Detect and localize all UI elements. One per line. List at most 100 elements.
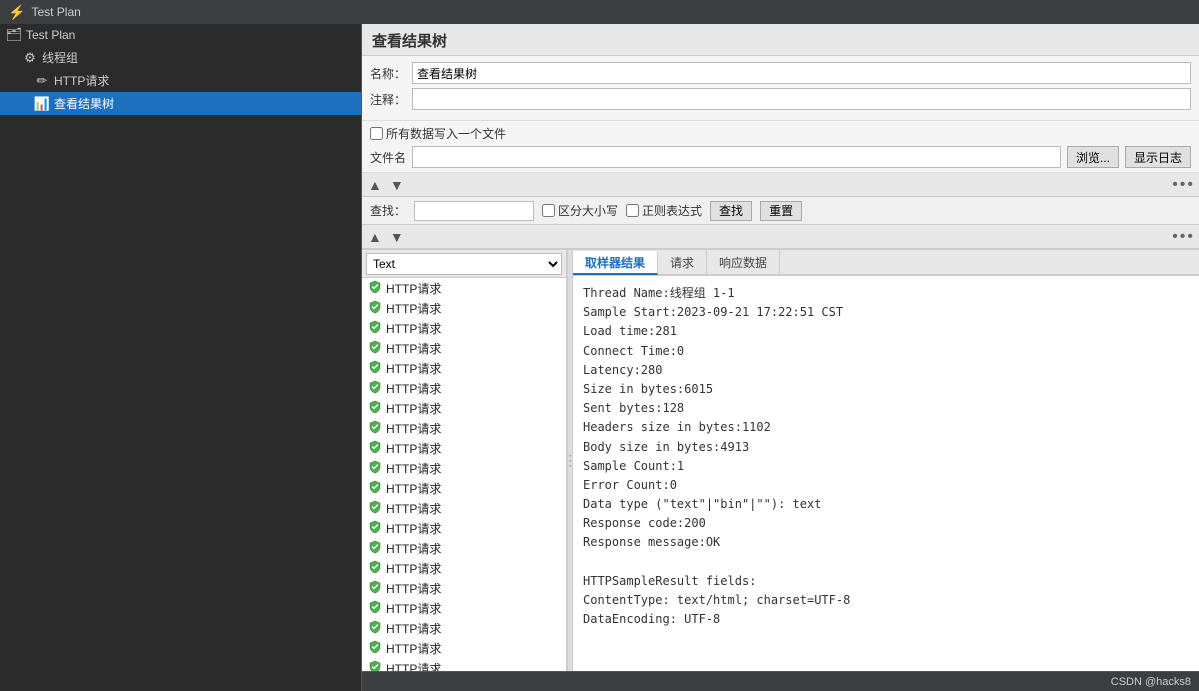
sidebar: 🗂 Test Plan ⚙ 线程组 ✏ HTTP请求 📊 查看结果树 [0,24,362,691]
sidebar-item-http-request[interactable]: ✏ HTTP请求 [0,69,361,92]
toolbar-row-2: ▲ ▼ ••• [362,225,1199,249]
shield-icon [368,460,382,477]
more-options-2[interactable]: ••• [1172,228,1195,246]
request-item[interactable]: HTTP请求 [362,558,566,578]
request-item[interactable]: HTTP请求 [362,278,566,298]
shield-icon [368,500,382,517]
app-icon: ⚡ [8,4,25,21]
request-item[interactable]: HTTP请求 [362,538,566,558]
request-item[interactable]: HTTP请求 [362,598,566,618]
request-item[interactable]: HTTP请求 [362,618,566,638]
up-button-2[interactable]: ▲ [366,229,384,245]
request-item[interactable]: HTTP请求 [362,578,566,598]
reset-button[interactable]: 重置 [760,201,802,221]
request-item-label: HTTP请求 [386,540,441,557]
detail-line: Connect Time:0 [583,342,1189,361]
http-request-icon: ✏ [34,73,50,89]
request-item-label: HTTP请求 [386,340,441,357]
tab-sampler-result[interactable]: 取样器结果 [573,251,658,275]
file-checkbox-label[interactable]: 所有数据写入一个文件 [370,125,506,142]
sidebar-item-thread-group[interactable]: ⚙ 线程组 [0,46,361,69]
request-item[interactable]: HTTP请求 [362,338,566,358]
result-tree-icon: 📊 [34,96,50,112]
request-item[interactable]: HTTP请求 [362,398,566,418]
shield-icon [368,540,382,557]
test-plan-icon: 🗂 [6,27,22,43]
page-title: 查看结果树 [372,33,447,50]
detail-line: Data type ("text"|"bin"|""): text [583,495,1189,514]
request-item[interactable]: HTTP请求 [362,318,566,338]
request-item-label: HTTP请求 [386,600,441,617]
request-item-label: HTTP请求 [386,300,441,317]
request-item[interactable]: HTTP请求 [362,418,566,438]
detail-line: Sample Count:1 [583,457,1189,476]
request-item[interactable]: HTTP请求 [362,518,566,538]
request-item[interactable]: HTTP请求 [362,478,566,498]
detail-line: Latency:280 [583,361,1189,380]
file-label: 文件名 [370,149,406,166]
file-row: 文件名 浏览... 显示日志 [370,146,1191,168]
thread-group-icon: ⚙ [22,50,38,66]
title-bar: ⚡ Test Plan [0,0,1199,24]
sidebar-item-result-tree[interactable]: 📊 查看结果树 [0,92,361,115]
request-item[interactable]: HTTP请求 [362,638,566,658]
tab-response-data[interactable]: 响应数据 [707,250,780,274]
request-item[interactable]: HTTP请求 [362,378,566,398]
name-input[interactable] [412,62,1191,84]
request-item-label: HTTP请求 [386,480,441,497]
detail-panel: 取样器结果 请求 响应数据 Thread Name:线程组 1-1Sample … [573,250,1199,671]
tab-request[interactable]: 请求 [658,250,707,274]
comment-label: 注释： [370,91,406,108]
request-item[interactable]: HTTP请求 [362,298,566,318]
shield-icon [368,360,382,377]
request-item[interactable]: HTTP请求 [362,358,566,378]
case-sensitive-checkbox[interactable] [542,204,555,217]
format-select[interactable]: TextRegExp TesterCSS/JQuery TesterXPath … [366,253,562,275]
request-list-panel: TextRegExp TesterCSS/JQuery TesterXPath … [362,250,567,671]
find-button[interactable]: 查找 [710,201,752,221]
request-item-label: HTTP请求 [386,580,441,597]
sidebar-item-http-request-label: HTTP请求 [54,72,109,89]
request-item[interactable]: HTTP请求 [362,658,566,671]
detail-line: Size in bytes:6015 [583,380,1189,399]
request-list-body: HTTP请求 HTTP请求 HTTP请求 HTTP请求 HTTP请求 HTTP请… [362,278,566,671]
file-input[interactable] [412,146,1061,168]
name-row: 名称： [370,62,1191,84]
request-item-label: HTTP请求 [386,380,441,397]
shield-icon [368,600,382,617]
request-item-label: HTTP请求 [386,460,441,477]
request-list-header: TextRegExp TesterCSS/JQuery TesterXPath … [362,250,566,278]
shield-icon [368,280,382,297]
down-button-2[interactable]: ▼ [388,229,406,245]
shield-icon [368,580,382,597]
browse-button[interactable]: 浏览... [1067,146,1119,168]
request-item[interactable]: HTTP请求 [362,458,566,478]
detail-line: Response message:OK [583,533,1189,552]
shield-icon [368,520,382,537]
sidebar-item-test-plan[interactable]: 🗂 Test Plan [0,24,361,46]
shield-icon [368,620,382,637]
request-item-label: HTTP请求 [386,420,441,437]
search-input[interactable] [414,201,534,221]
regex-label[interactable]: 正则表达式 [626,202,702,219]
detail-line: Headers size in bytes:1102 [583,418,1189,437]
detail-line: Sent bytes:128 [583,399,1189,418]
request-item[interactable]: HTTP请求 [362,498,566,518]
request-item-label: HTTP请求 [386,520,441,537]
down-button[interactable]: ▼ [388,177,406,193]
shield-icon [368,380,382,397]
regex-checkbox[interactable] [626,204,639,217]
file-section: 所有数据写入一个文件 文件名 浏览... 显示日志 [362,121,1199,173]
comment-input[interactable] [412,88,1191,110]
file-checkbox[interactable] [370,127,383,140]
search-label: 查找： [370,202,406,219]
up-button[interactable]: ▲ [366,177,384,193]
log-button[interactable]: 显示日志 [1125,146,1191,168]
shield-icon [368,640,382,657]
bottom-panel: TextRegExp TesterCSS/JQuery TesterXPath … [362,249,1199,671]
request-item[interactable]: HTTP请求 [362,438,566,458]
request-item-label: HTTP请求 [386,360,441,377]
more-options-1[interactable]: ••• [1172,176,1195,194]
case-sensitive-label[interactable]: 区分大小写 [542,202,618,219]
request-item-label: HTTP请求 [386,440,441,457]
